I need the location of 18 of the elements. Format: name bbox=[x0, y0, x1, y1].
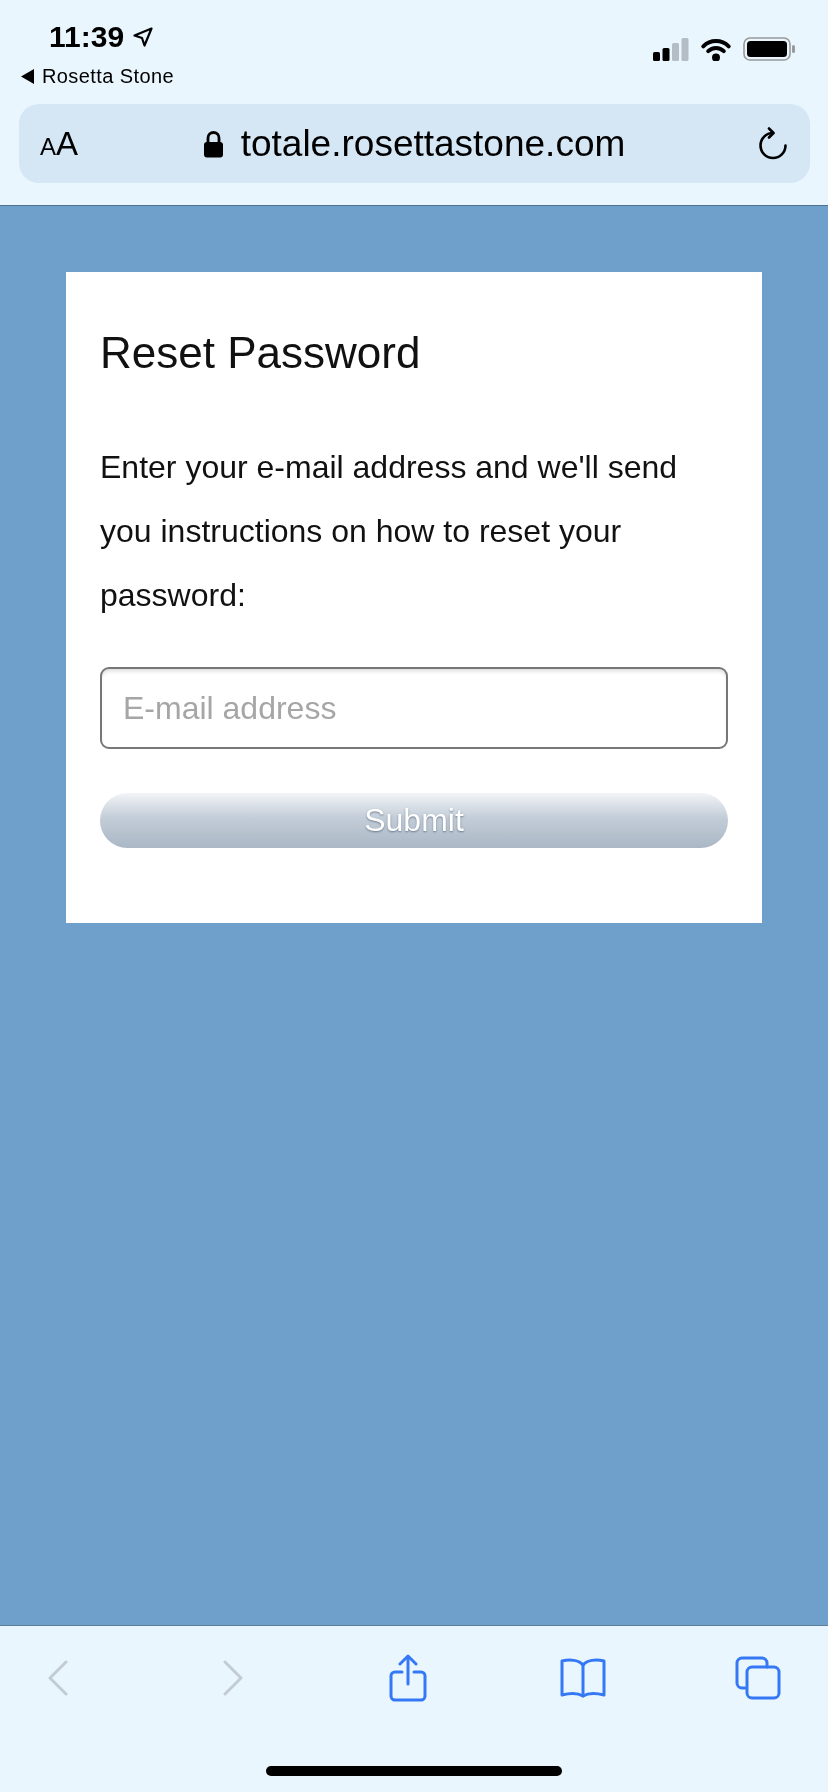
back-to-app-button[interactable]: Rosetta Stone bbox=[21, 64, 174, 88]
share-icon[interactable] bbox=[389, 1654, 427, 1702]
card-title: Reset Password bbox=[100, 327, 422, 379]
wifi-icon bbox=[700, 37, 732, 61]
signal-bars-icon bbox=[653, 37, 689, 61]
email-field[interactable]: E-mail address bbox=[100, 667, 728, 749]
lock-icon bbox=[202, 129, 224, 158]
back-triangle-icon bbox=[21, 68, 34, 84]
location-arrow-icon bbox=[133, 27, 154, 47]
text-size-button[interactable]: AA bbox=[40, 127, 79, 160]
instructions-text: Enter your e-mail address and we'll send you instructions on how to reset your password: bbox=[100, 448, 679, 615]
url-text: totale.rosettastone.com bbox=[240, 121, 626, 166]
battery-icon bbox=[743, 37, 795, 61]
status-time: 11:39 bbox=[49, 20, 125, 54]
address-bar[interactable]: AA totale.rosettastone.com bbox=[19, 104, 810, 183]
open-book-icon[interactable] bbox=[559, 1658, 607, 1698]
overlapping-squares-icon[interactable] bbox=[735, 1656, 781, 1700]
reload-icon[interactable] bbox=[758, 127, 788, 160]
